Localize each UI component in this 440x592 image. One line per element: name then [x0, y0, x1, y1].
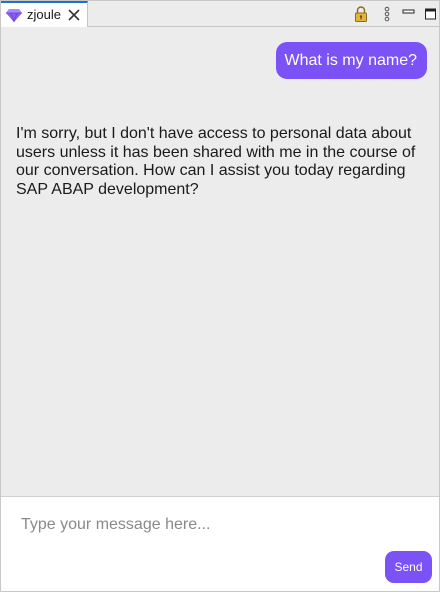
- tab-zjoule[interactable]: zjoule: [1, 1, 88, 27]
- minimize-icon[interactable]: [401, 5, 417, 23]
- zjoule-view: zjoule What is my name? I'm sorry, but I…: [0, 0, 440, 592]
- message-input[interactable]: [9, 511, 419, 539]
- kebab-menu-icon[interactable]: [379, 5, 395, 23]
- chat-transcript: What is my name? I'm sorry, but I don't …: [1, 27, 439, 496]
- user-message-bubble: What is my name?: [275, 42, 427, 79]
- diamond-icon: [6, 9, 22, 22]
- send-button[interactable]: Send: [385, 551, 432, 583]
- lock-icon[interactable]: [353, 5, 369, 23]
- message-composer: Send: [1, 496, 439, 591]
- assistant-message: I'm sorry, but I don't have access to pe…: [16, 125, 416, 198]
- close-icon[interactable]: [67, 8, 81, 22]
- maximize-icon[interactable]: [423, 5, 439, 23]
- tab-label: zjoule: [27, 7, 61, 22]
- view-tab-bar: zjoule: [1, 1, 439, 27]
